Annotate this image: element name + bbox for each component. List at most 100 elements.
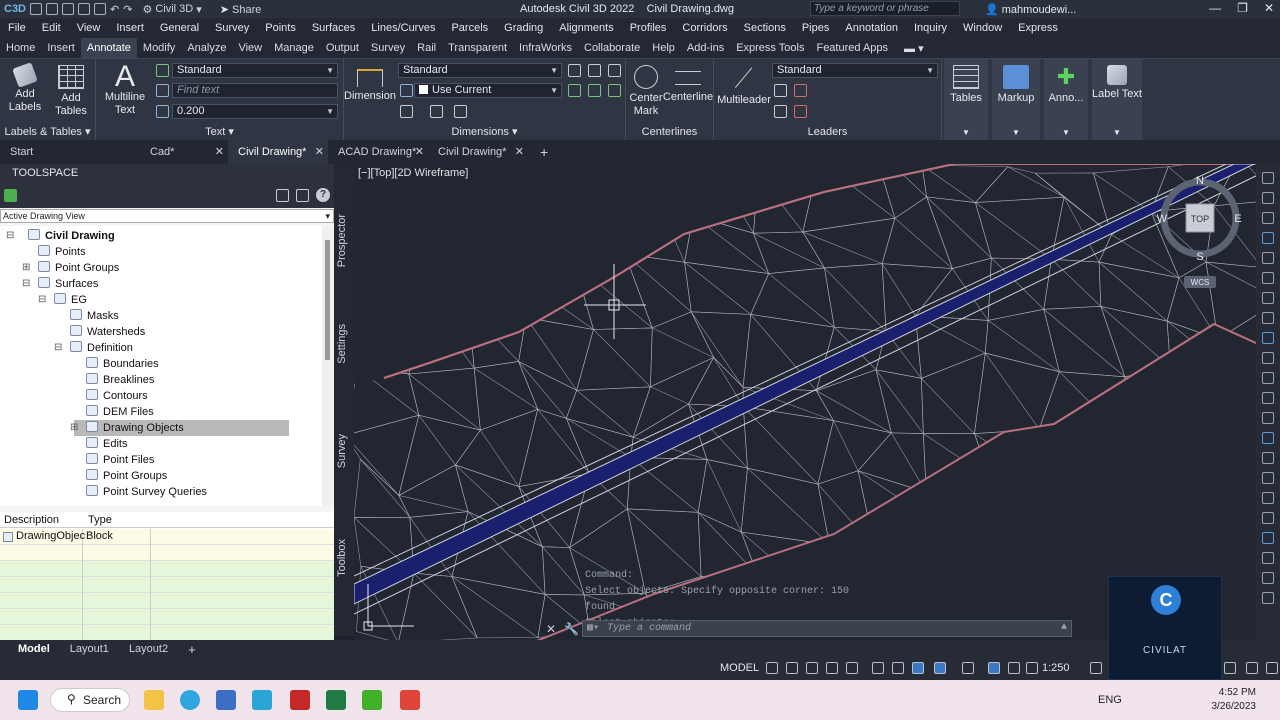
menu-corridors[interactable]: Corridors — [674, 22, 735, 34]
nav-tool-icon[interactable] — [1262, 292, 1274, 304]
open-file-icon[interactable] — [46, 3, 59, 15]
language-indicator[interactable]: ENG — [1098, 694, 1122, 706]
close-tab-icon[interactable]: ✕ — [315, 140, 324, 164]
restore-button[interactable]: ❐ — [1237, 1, 1248, 15]
status-toggle-icon[interactable] — [806, 662, 818, 674]
nav-tool-icon[interactable] — [1262, 532, 1274, 544]
help-icon[interactable]: ? — [316, 188, 330, 202]
item-view-icon[interactable] — [276, 189, 289, 202]
undo-icon[interactable]: ↶ — [110, 3, 119, 16]
dim-layer-icon[interactable] — [400, 84, 413, 97]
quick-dim-icon[interactable] — [568, 64, 581, 77]
dim-break-icon[interactable] — [608, 64, 621, 77]
status-toggle-icon[interactable] — [988, 662, 1000, 674]
column-header-description[interactable]: Description — [4, 514, 59, 526]
nav-tool-icon[interactable] — [1262, 372, 1274, 384]
ribbon-tab-analyze[interactable]: Analyze — [181, 42, 232, 54]
add-tables-button[interactable]: Add Tables — [50, 59, 92, 118]
ribbon-tab-output[interactable]: Output — [320, 42, 365, 54]
panel-title[interactable]: Leaders — [714, 126, 941, 138]
multileader-button[interactable]: Multileader — [716, 59, 772, 107]
menu-insert[interactable]: Insert — [108, 22, 152, 34]
compass-w[interactable]: W — [1157, 213, 1168, 225]
tree-node-masks[interactable]: Masks — [58, 308, 119, 324]
nav-tool-icon[interactable] — [1262, 572, 1274, 584]
menu-edit[interactable]: Edit — [34, 22, 69, 34]
menu-view[interactable]: View — [69, 22, 109, 34]
text-style-select[interactable]: Standard ▼ — [172, 63, 338, 78]
viewport-controls-label[interactable]: [−][Top][2D Wireframe] — [358, 167, 468, 179]
status-toggle-icon[interactable] — [934, 662, 946, 674]
menu-sections[interactable]: Sections — [736, 22, 794, 34]
minimize-button[interactable]: — — [1209, 1, 1221, 15]
panel-title[interactable]: Dimensions ▾ — [344, 125, 625, 138]
doc-tab-civil-drawing[interactable]: Civil Drawing* ✕ — [428, 140, 528, 164]
save-as-icon[interactable] — [78, 3, 91, 15]
tree-expander-icon[interactable]: ⊟ — [54, 340, 62, 356]
command-input[interactable]: ▩▾ Type a command ▲ — [582, 620, 1072, 637]
nav-tool-icon[interactable] — [1262, 332, 1274, 344]
compass-e[interactable]: E — [1234, 213, 1241, 225]
tree-node-point-groups[interactable]: ⊞ Point Groups — [22, 260, 119, 276]
tree-node-surfaces[interactable]: ⊟ Surfaces — [22, 276, 98, 292]
status-toggle-icon[interactable] — [1246, 662, 1258, 674]
doc-tab-cad[interactable]: Cad* ✕ — [140, 140, 228, 164]
menu-general[interactable]: General — [152, 22, 207, 34]
tree-node-contours[interactable]: Contours — [74, 388, 148, 404]
dimension-button[interactable]: Dimension — [344, 59, 396, 103]
leader-style-select[interactable]: Standard ▼ — [772, 63, 938, 78]
doc-tab-civil-drawing[interactable]: Civil Drawing* ✕ — [228, 140, 328, 164]
tree-expander-icon[interactable]: ⊞ — [22, 260, 30, 276]
panel-title[interactable]: Labels & Tables ▾ — [0, 125, 95, 138]
dim-space-icon[interactable] — [588, 64, 601, 77]
dim-linear-icon[interactable] — [400, 105, 413, 118]
tree-node-definition[interactable]: ⊟ Definition — [54, 340, 133, 356]
ribbon-minimize-icon[interactable]: ▬ ▾ — [898, 42, 930, 55]
status-toggle-icon[interactable] — [766, 662, 778, 674]
center-mark-button[interactable]: Center Mark — [628, 59, 664, 118]
close-button[interactable]: ✕ — [1264, 1, 1274, 15]
nav-tool-icon[interactable] — [1262, 552, 1274, 564]
drawing-viewport[interactable]: [−][Top][2D Wireframe] TOP N S E W WCS C… — [354, 164, 1280, 642]
status-toggle-icon[interactable] — [826, 662, 838, 674]
tree-node-points[interactable]: Points — [26, 244, 86, 260]
app-logo-icon[interactable]: C3D — [4, 3, 26, 15]
nav-tool-icon[interactable] — [1262, 212, 1274, 224]
menu-profiles[interactable]: Profiles — [622, 22, 675, 34]
label-text-button[interactable]: Label Text ▼ — [1092, 59, 1142, 141]
list-view-icon[interactable] — [296, 189, 309, 202]
close-tab-icon[interactable]: ✕ — [415, 140, 424, 164]
collect-leader-icon[interactable] — [794, 105, 807, 118]
add-leader-icon[interactable] — [774, 84, 787, 97]
menu-express[interactable]: Express — [1010, 22, 1066, 34]
nav-tool-icon[interactable] — [1262, 252, 1274, 264]
menu-lines-curves[interactable]: Lines/Curves — [363, 22, 443, 34]
plot-icon[interactable] — [94, 3, 107, 15]
compass-n[interactable]: N — [1196, 175, 1204, 187]
nav-tool-icon[interactable] — [1262, 232, 1274, 244]
tree-node-point-groups[interactable]: Point Groups — [74, 468, 167, 484]
tree-node-point-files[interactable]: Point Files — [74, 452, 154, 468]
layout-tab-model[interactable]: Model — [8, 643, 60, 655]
ribbon-tab-collaborate[interactable]: Collaborate — [578, 42, 646, 54]
tree-node-dem-files[interactable]: DEM Files — [74, 404, 154, 420]
windows-start-icon[interactable] — [18, 690, 38, 710]
toolspace-view-select[interactable]: Active Drawing View ▾ — [0, 209, 334, 223]
taskbar-search[interactable]: ⚲ Search — [50, 688, 130, 712]
tree-node-edits[interactable]: Edits — [74, 436, 127, 452]
ribbon-tab-featured-apps[interactable]: Featured Apps — [810, 42, 894, 54]
status-toggle-icon[interactable] — [912, 662, 924, 674]
calculator-icon[interactable] — [216, 690, 236, 710]
menu-survey[interactable]: Survey — [207, 22, 257, 34]
close-tab-icon[interactable]: ✕ — [515, 140, 524, 164]
dim-reassoc-icon[interactable] — [588, 84, 601, 97]
find-text-icon[interactable] — [156, 84, 169, 97]
menu-grading[interactable]: Grading — [496, 22, 551, 34]
status-toggle-icon[interactable] — [872, 662, 884, 674]
chevron-up-icon[interactable]: ▲ — [1061, 622, 1067, 633]
tree-expander-icon[interactable]: ⊟ — [6, 228, 14, 244]
ribbon-tab-modify[interactable]: Modify — [137, 42, 181, 54]
scroll-thumb[interactable] — [325, 240, 330, 360]
check-spelling-icon[interactable] — [156, 64, 169, 77]
nav-tool-icon[interactable] — [1262, 312, 1274, 324]
